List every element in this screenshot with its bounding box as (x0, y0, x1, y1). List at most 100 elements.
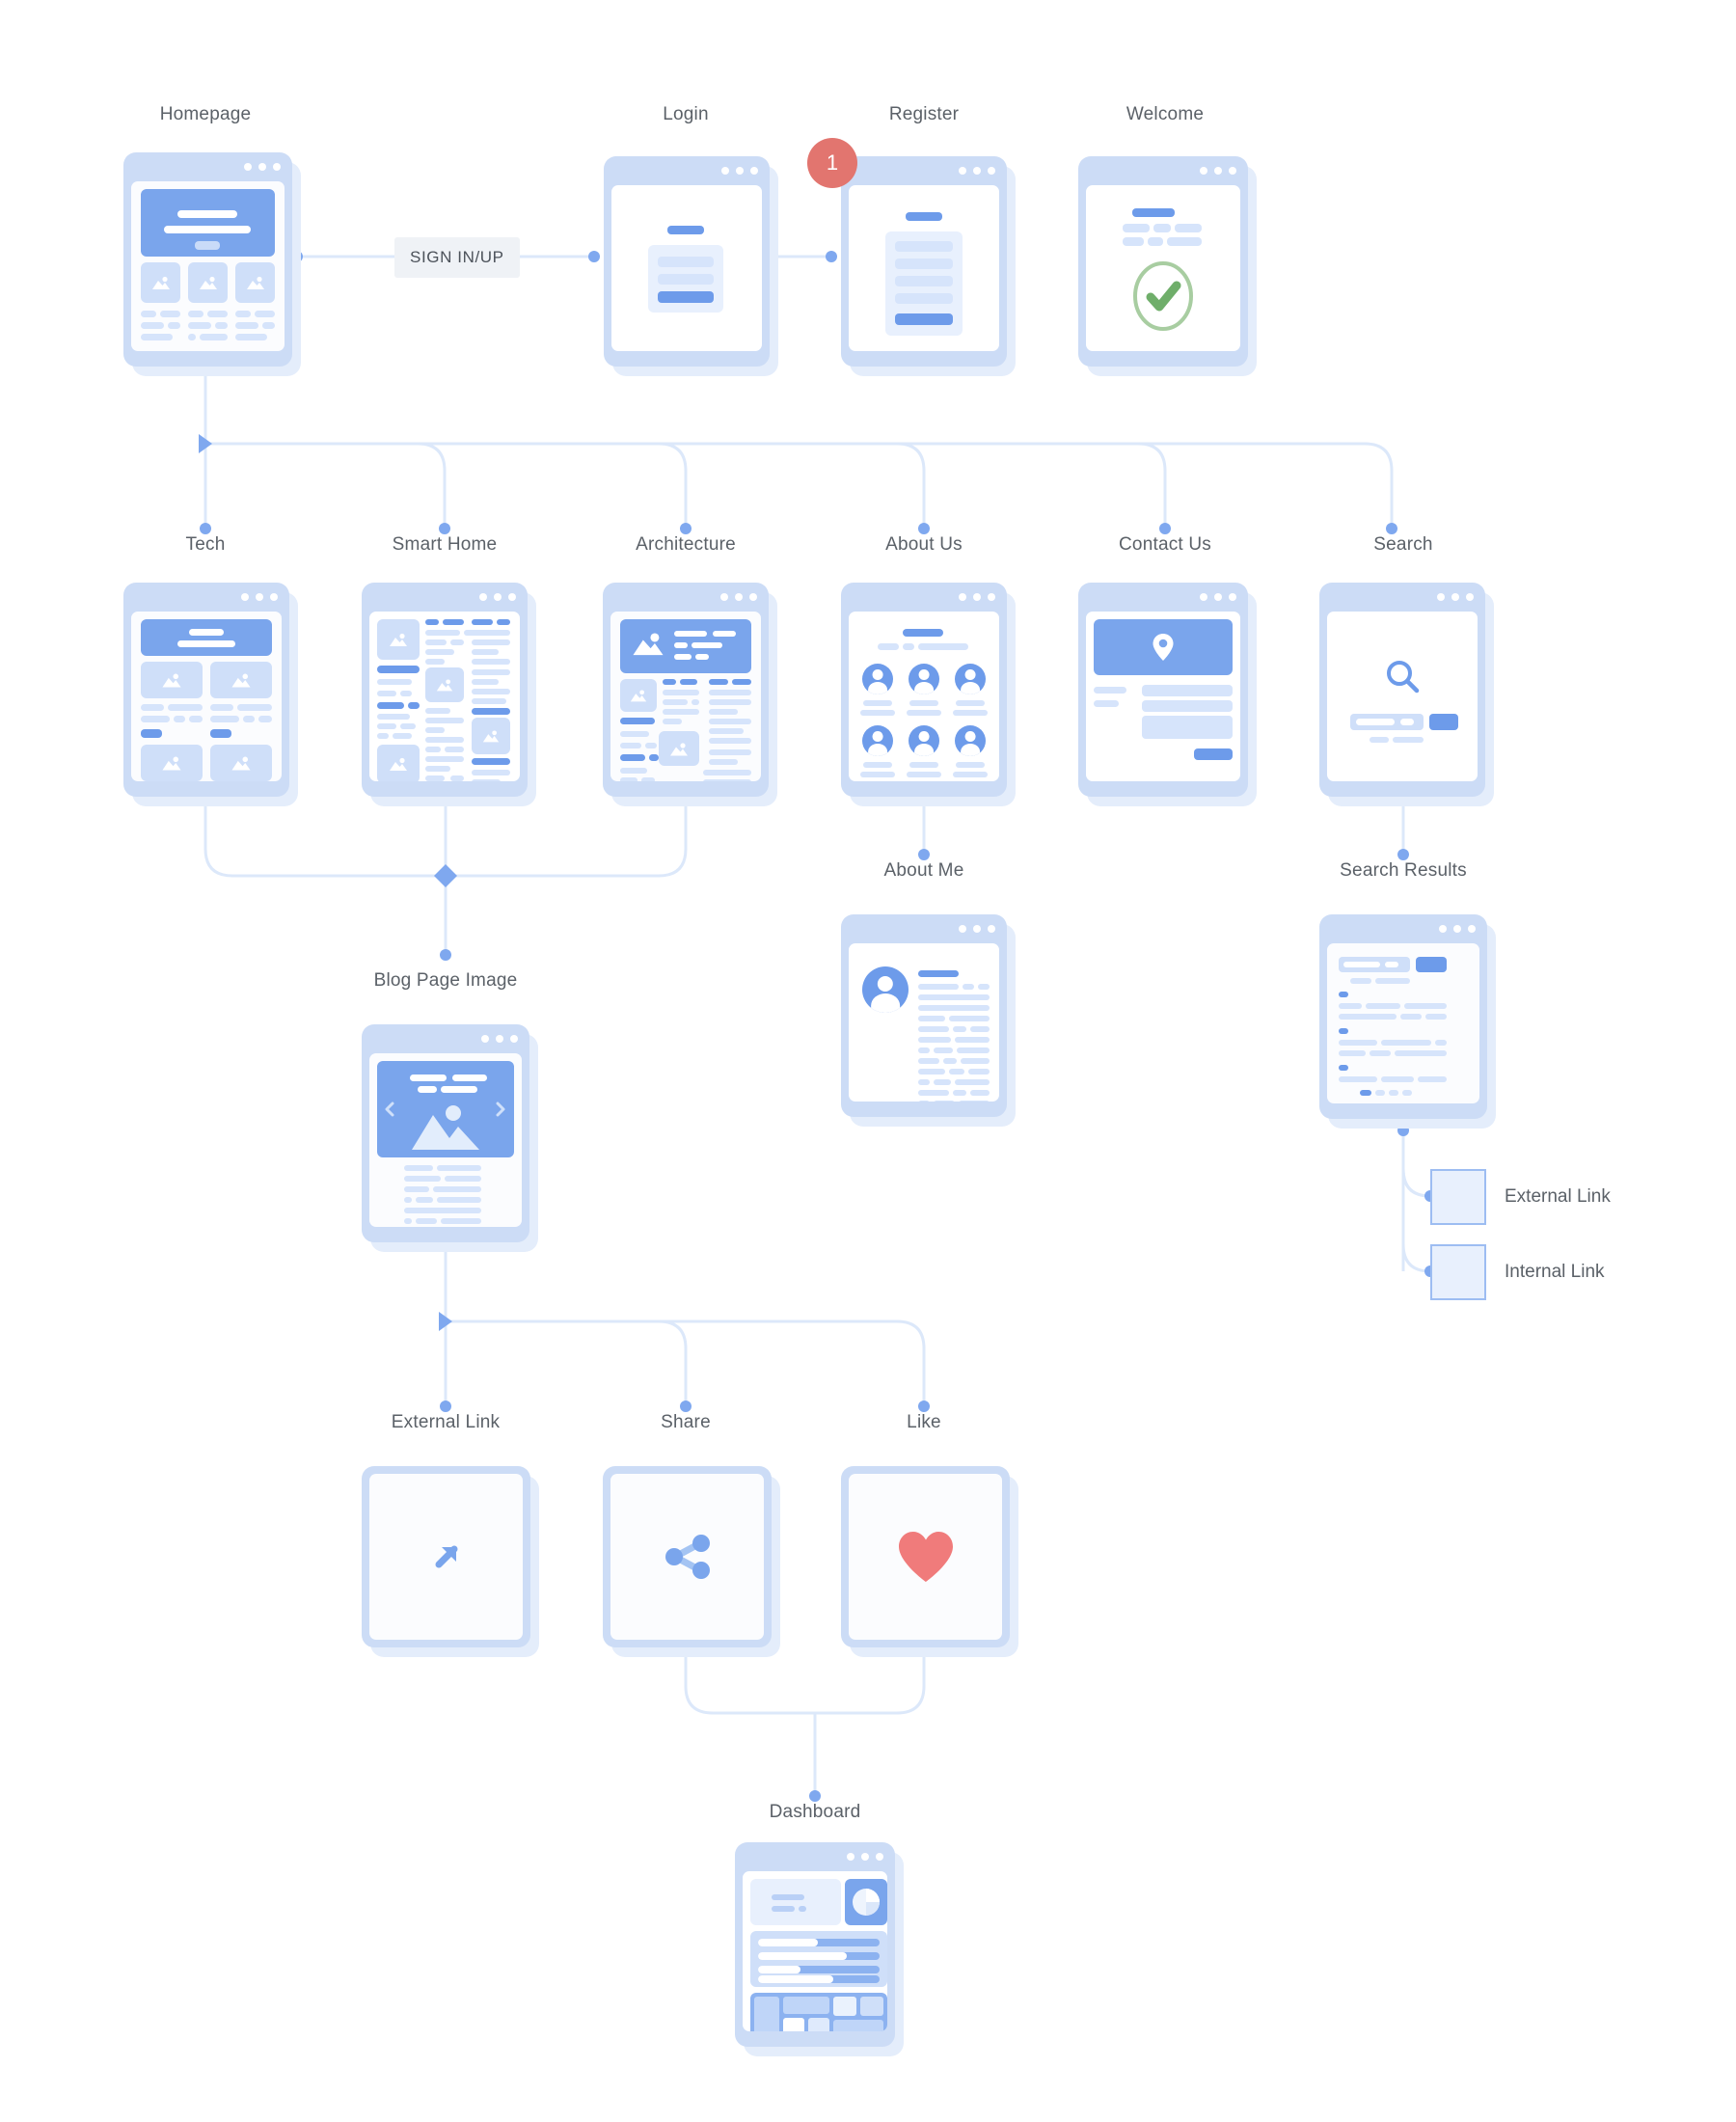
member-avatar-3 (955, 664, 986, 694)
node-login[interactable] (604, 156, 778, 376)
carousel-hero (377, 1061, 514, 1157)
external-link-box[interactable] (1430, 1169, 1486, 1225)
window-screen (131, 181, 285, 351)
tech-hero (141, 619, 272, 656)
node-homepage[interactable] (123, 152, 301, 376)
node-label-smart-home: Smart Home (392, 534, 498, 555)
thumb-3 (235, 262, 275, 303)
window-dots (959, 925, 995, 933)
internal-link-legend-label: Internal Link (1505, 1262, 1605, 1282)
internal-link-box[interactable] (1430, 1244, 1486, 1300)
pagination-dot[interactable] (1375, 1090, 1385, 1096)
pagination-dot[interactable] (1402, 1090, 1412, 1096)
node-share[interactable] (603, 1466, 780, 1657)
thumb-1 (141, 262, 180, 303)
member-avatar-1 (862, 664, 893, 694)
node-label-architecture: Architecture (636, 534, 736, 555)
map-pin-icon (1153, 634, 1174, 661)
node-about-us[interactable] (841, 583, 1016, 806)
window-screen (743, 1871, 887, 2031)
node-label-blog-page-image: Blog Page Image (373, 970, 518, 991)
window-dots (1437, 593, 1474, 601)
window-screen (849, 185, 999, 351)
card-inner (610, 1474, 764, 1640)
node-architecture[interactable] (603, 583, 777, 806)
node-label-register: Register (888, 104, 960, 124)
arrow-up-right-icon (435, 1545, 457, 1568)
search-button[interactable] (1429, 714, 1458, 730)
window-dots (241, 593, 278, 601)
window-dots (481, 1035, 518, 1043)
widget-grid (750, 1993, 887, 2031)
node-label-welcome: Welcome (1126, 104, 1205, 124)
window-screen (610, 612, 761, 781)
hero-image-icon (412, 1105, 479, 1150)
register-title (906, 212, 942, 221)
window-dots (1200, 593, 1236, 601)
heart-icon (898, 1532, 953, 1582)
window-dots (959, 593, 995, 601)
node-label-dashboard: Dashboard (769, 1802, 861, 1822)
search-icon (1387, 661, 1420, 694)
node-label-login: Login (663, 104, 709, 124)
progress-list (750, 1931, 887, 1987)
window-dots (479, 593, 516, 601)
search-input[interactable] (1350, 714, 1424, 730)
node-smart-home[interactable] (362, 583, 536, 806)
node-welcome[interactable] (1078, 156, 1257, 376)
node-blog-page-image[interactable] (362, 1024, 538, 1252)
window-dots (847, 1853, 883, 1861)
node-like[interactable] (841, 1466, 1018, 1657)
node-tech[interactable] (123, 583, 298, 806)
card-inner (369, 1474, 523, 1640)
window-dots (959, 167, 995, 175)
window-screen (131, 612, 282, 781)
submit-button (1194, 748, 1233, 760)
window-screen (849, 943, 999, 1102)
node-contact-us[interactable] (1078, 583, 1257, 806)
architecture-hero (620, 619, 751, 673)
member-avatar-2 (909, 664, 939, 694)
member-avatar-6 (955, 725, 986, 756)
window-screen (1086, 185, 1240, 351)
node-label-like: Like (907, 1412, 941, 1432)
node-search[interactable] (1319, 583, 1494, 806)
results-search-button[interactable] (1416, 957, 1447, 972)
node-dashboard[interactable] (735, 1842, 904, 2056)
window-dots (720, 593, 757, 601)
register-badge: 1 (807, 138, 857, 188)
window-dots (244, 163, 281, 171)
node-about-me[interactable] (841, 914, 1016, 1127)
window-dots (1439, 925, 1476, 933)
window-screen (1327, 943, 1479, 1103)
node-register[interactable] (841, 156, 1016, 376)
node-label-about-me: About Me (883, 860, 964, 881)
node-label-homepage: Homepage (159, 104, 252, 124)
node-label-search: Search (1373, 534, 1433, 555)
member-avatar-5 (909, 725, 939, 756)
member-avatar-4 (862, 725, 893, 756)
carousel-prev-icon[interactable] (384, 1102, 395, 1117)
node-label-contact-us: Contact Us (1119, 534, 1211, 555)
results-search-input[interactable] (1339, 957, 1410, 972)
card-inner (849, 1474, 1002, 1640)
window-dots (1200, 167, 1236, 175)
profile-avatar (862, 966, 909, 1013)
carousel-next-icon[interactable] (495, 1102, 506, 1117)
thumb-2 (188, 262, 228, 303)
window-screen (849, 612, 999, 781)
node-label-search-results: Search Results (1340, 860, 1467, 881)
pagination-dot-active[interactable] (1360, 1090, 1371, 1096)
edge-label-sign-in-up: SIGN IN/UP (394, 237, 520, 278)
node-search-results[interactable] (1319, 914, 1496, 1129)
map-banner (1094, 619, 1233, 675)
window-screen (369, 1053, 522, 1227)
node-label-tech: Tech (185, 534, 226, 555)
node-label-about-us: About Us (885, 534, 963, 555)
kpi-card (750, 1879, 841, 1925)
login-form (648, 245, 723, 313)
pie-chart-card (845, 1879, 887, 1925)
node-external-link[interactable] (362, 1466, 539, 1657)
pagination-dot[interactable] (1389, 1090, 1398, 1096)
external-link-legend-label: External Link (1505, 1186, 1611, 1207)
